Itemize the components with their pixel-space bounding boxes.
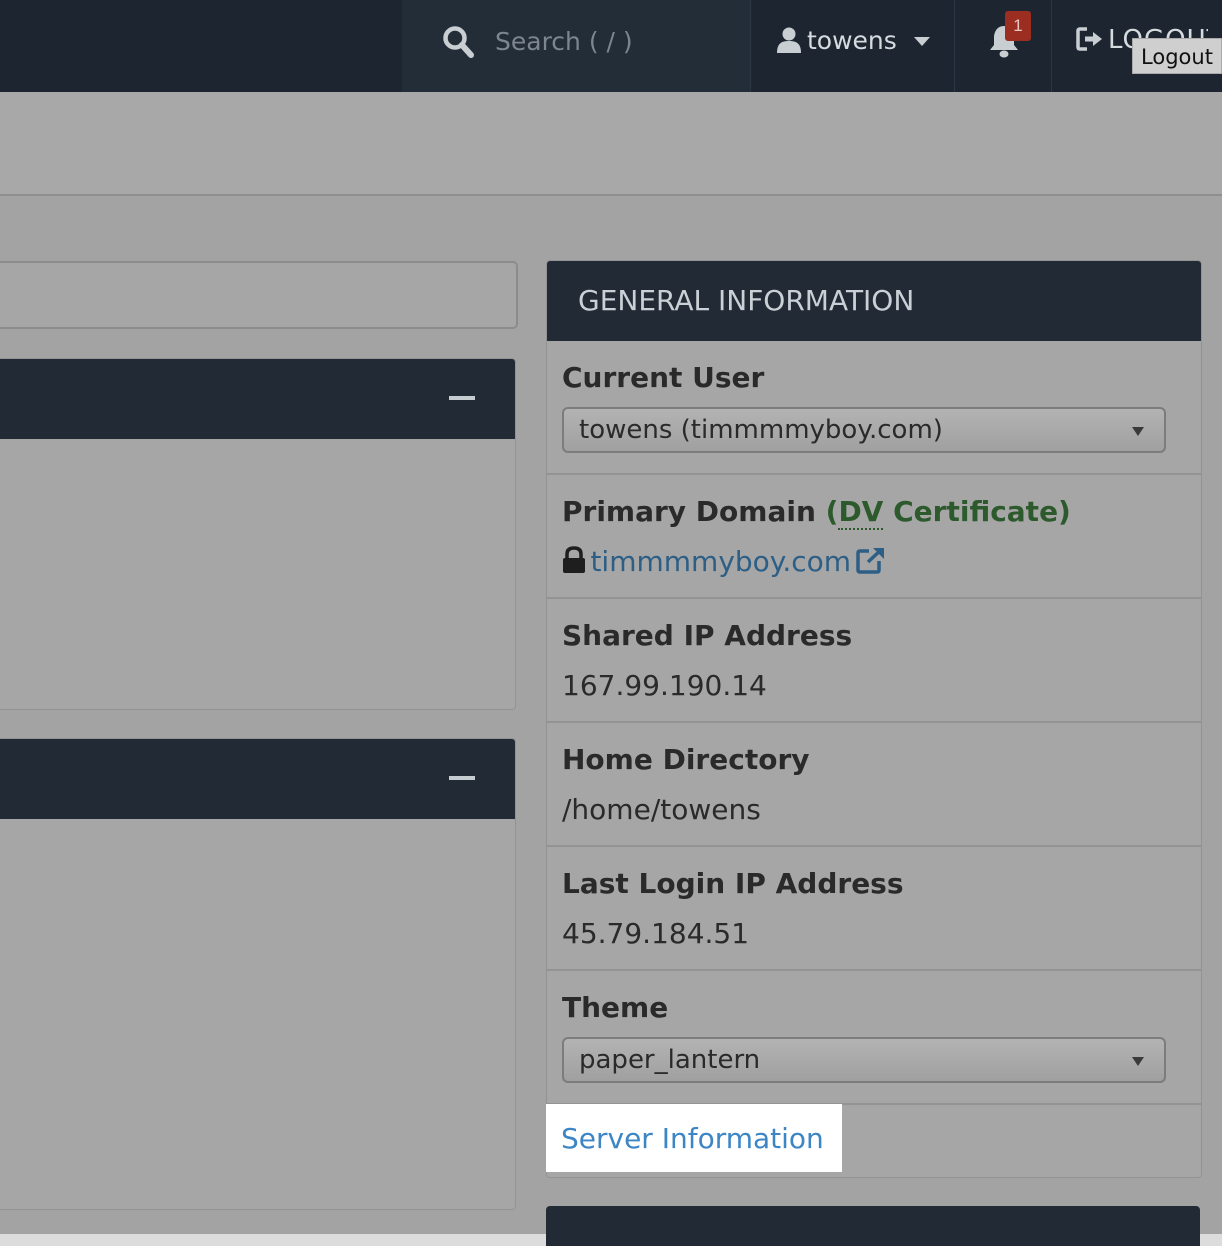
chevron-down-icon[interactable]: [914, 37, 930, 46]
last-login-row: Last Login IP Address 45.79.184.51: [547, 847, 1201, 971]
notifications-button[interactable]: 1: [955, 0, 1052, 92]
search-icon: [443, 26, 474, 58]
top-navbar: Search ( / ) towens 1 LOGOUT: [0, 0, 1222, 92]
cert-rest: Certificate): [883, 495, 1071, 528]
primary-domain-row: Primary Domain (DV Certificate) timmmmyb…: [547, 475, 1201, 599]
panel-header: [0, 359, 515, 439]
cert-open: (: [825, 495, 839, 528]
home-directory-row: Home Directory /home/towens: [547, 723, 1201, 847]
shared-ip-label: Shared IP Address: [562, 619, 853, 652]
chevron-down-icon: [1132, 427, 1144, 436]
search-box[interactable]: Search ( / ): [402, 0, 751, 92]
certificate-badge[interactable]: (DV Certificate): [826, 495, 1071, 530]
current-user-select[interactable]: towens (timmmmyboy.com): [562, 407, 1166, 453]
left-panel-1: [0, 358, 516, 710]
theme-label: Theme: [562, 991, 669, 1024]
left-panel-2: [0, 738, 516, 1210]
primary-domain-label: Primary Domain: [562, 495, 816, 528]
current-user-value: towens (timmmmyboy.com): [579, 415, 943, 445]
notification-badge: 1: [1005, 11, 1031, 41]
home-directory-value: /home/towens: [562, 793, 761, 826]
next-panel-header: [546, 1206, 1200, 1246]
server-information-link[interactable]: Server Information: [561, 1122, 824, 1155]
external-link-icon[interactable]: [855, 546, 886, 574]
theme-row: Theme paper_lantern: [547, 971, 1201, 1105]
user-icon: [777, 27, 801, 53]
left-search-field[interactable]: [0, 261, 518, 329]
theme-select[interactable]: paper_lantern: [562, 1037, 1166, 1083]
logout-tooltip: Logout: [1132, 38, 1222, 74]
current-user-label: Current User: [562, 361, 765, 394]
minus-icon[interactable]: [449, 396, 475, 400]
cert-abbr: DV: [838, 495, 884, 530]
logout-icon: [1076, 27, 1102, 51]
chevron-down-icon: [1132, 1057, 1144, 1066]
server-information-highlight: Server Information: [546, 1104, 842, 1172]
last-login-value: 45.79.184.51: [562, 917, 750, 950]
user-menu[interactable]: towens: [752, 0, 955, 92]
primary-domain-label-line: Primary Domain (DV Certificate): [562, 495, 1071, 530]
primary-domain-link[interactable]: timmmmyboy.com: [590, 545, 851, 578]
panel-header: [0, 739, 515, 819]
panel-title: GENERAL INFORMATION: [547, 261, 1201, 341]
search-placeholder[interactable]: Search ( / ): [495, 27, 633, 56]
page-subheader: [0, 92, 1222, 196]
last-login-label: Last Login IP Address: [562, 867, 904, 900]
minus-icon[interactable]: [449, 776, 475, 780]
general-information-panel: GENERAL INFORMATION Current User towens …: [546, 260, 1202, 1178]
theme-value: paper_lantern: [579, 1045, 761, 1075]
username[interactable]: towens: [807, 26, 897, 55]
current-user-row: Current User towens (timmmmyboy.com): [547, 341, 1201, 475]
shared-ip-value: 167.99.190.14: [562, 669, 767, 702]
shared-ip-row: Shared IP Address 167.99.190.14: [547, 599, 1201, 723]
lock-icon: [563, 546, 585, 573]
primary-domain-value-line: timmmmyboy.com: [562, 545, 886, 578]
home-directory-label: Home Directory: [562, 743, 810, 776]
